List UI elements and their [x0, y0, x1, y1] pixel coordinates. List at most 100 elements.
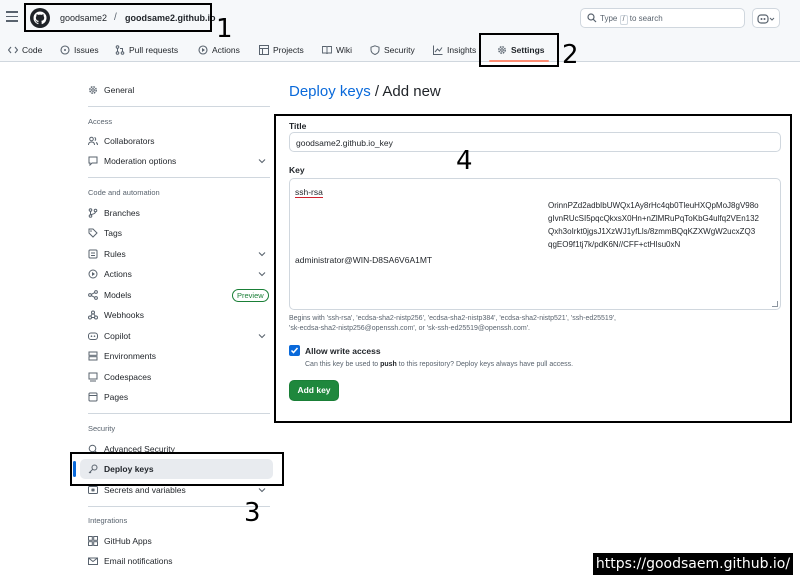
sidebar-item-pages[interactable]: Pages [88, 389, 128, 405]
key-line: administrator@WIN-D8SA6V6A1MT [295, 255, 433, 265]
copilot-icon [757, 14, 775, 24]
sidebar-item-models[interactable]: Models [88, 287, 131, 303]
sidebar-item-secrets[interactable]: Secrets and variables [88, 482, 186, 498]
title-field[interactable]: goodsame2.github.io_key [289, 132, 781, 152]
allow-write-label[interactable]: Allow write access [305, 346, 381, 356]
sidebar-divider [88, 413, 270, 414]
sidebar-item-general[interactable]: General [88, 82, 134, 98]
key-textarea[interactable]: ssh-rsa OrinnPZd2adbIbUWQx1Ay8rHc4qb0Tle… [289, 178, 781, 310]
tab-insights[interactable]: Insights [433, 43, 476, 57]
section-heading-security: Security [88, 424, 116, 433]
sidebar-item-tags[interactable]: Tags [88, 225, 122, 241]
table-icon [259, 45, 269, 55]
sidebar-divider [88, 506, 270, 507]
sidebar-divider [88, 106, 270, 107]
rules-icon [88, 249, 98, 259]
search-placeholder: Type / to search [600, 14, 663, 25]
tab-actions[interactable]: Actions [198, 43, 240, 57]
section-heading-integrations: Integrations [88, 516, 128, 525]
shield-icon [370, 45, 380, 55]
branch-icon [88, 208, 98, 218]
allow-write-help: Can this key be used to push to this rep… [305, 361, 574, 368]
sidebar-item-codespaces[interactable]: Codespaces [88, 369, 151, 385]
sidebar-item-email-notifications[interactable]: Email notifications [88, 553, 173, 569]
sidebar-item-branches[interactable]: Branches [88, 205, 140, 221]
watermark: https://goodsaem.github.io/ [593, 553, 793, 575]
copilot-icon [88, 332, 98, 340]
sidebar-item-advanced-security[interactable]: Advanced Security [88, 441, 175, 457]
webhook-icon [88, 310, 98, 320]
tab-pull-requests[interactable]: Pull requests [115, 43, 178, 57]
server-icon [88, 351, 98, 361]
chevron-down-icon[interactable] [258, 250, 266, 258]
codescan-icon [88, 444, 98, 454]
annotation-number-1: 1 [216, 14, 233, 44]
tab-code[interactable]: Code [8, 43, 42, 57]
chevron-down-icon[interactable] [258, 270, 266, 278]
key-line: qgEO9f1tj7k/pdK6N//CFF+ctHIsu0xN [548, 240, 681, 249]
sidebar-item-environments[interactable]: Environments [88, 348, 156, 364]
section-heading-access: Access [88, 117, 113, 126]
key-line: Qxh3oIrkt0jgsJ1XzWJ1yfLls/8zmmBQqKZXWgW2… [548, 227, 756, 236]
chevron-down-icon[interactable] [258, 332, 266, 340]
comment-icon [88, 156, 98, 166]
check-icon [290, 347, 299, 354]
sidebar-item-actions[interactable]: Actions [88, 266, 132, 282]
key-line: OrinnPZd2adbIbUWQx1Ay8rHc4qb0TleuHXQpMoJ… [548, 201, 759, 210]
resize-handle[interactable] [772, 301, 778, 307]
gear-icon [89, 86, 97, 94]
preview-badge: Preview [232, 289, 269, 302]
sidebar-item-github-apps[interactable]: GitHub Apps [88, 533, 152, 549]
code-icon [8, 46, 18, 54]
sidebar-item-moderation[interactable]: Moderation options [88, 153, 176, 169]
sidebar-item-copilot[interactable]: Copilot [88, 328, 130, 344]
path-separator: / [114, 12, 117, 23]
title-label: Title [289, 121, 307, 131]
active-tab-indicator [489, 60, 549, 62]
graph-icon [433, 45, 443, 55]
annotation-number-3: 3 [244, 498, 261, 528]
key-help-text: Begins with 'ssh-rsa', 'ecdsa-sha2-nistp… [289, 315, 616, 332]
allow-write-checkbox[interactable] [289, 345, 300, 356]
search-input[interactable]: Type / to search [580, 8, 745, 28]
book-icon [322, 46, 332, 55]
annotation-number-2: 2 [562, 40, 579, 70]
codespaces-icon [88, 372, 98, 382]
asterisk-icon [88, 486, 98, 494]
repo-link[interactable]: goodsame2.github.io [125, 13, 216, 23]
key-line: ssh-rsa [295, 187, 323, 198]
gear-icon [498, 46, 506, 54]
sidebar-item-webhooks[interactable]: Webhooks [88, 307, 144, 323]
apps-icon [88, 536, 98, 546]
chevron-down-icon[interactable] [258, 486, 266, 494]
copilot-button[interactable] [752, 8, 780, 28]
breadcrumb-deploy-keys[interactable]: Deploy keys [289, 83, 371, 100]
tab-projects[interactable]: Projects [259, 43, 304, 57]
github-logo-icon[interactable] [30, 8, 50, 28]
section-heading-code: Code and automation [88, 188, 160, 197]
key-icon [88, 464, 98, 474]
chevron-down-icon[interactable] [258, 157, 266, 165]
key-line: gIvnRUcSI5pqcQkxsX0Hn+nZlMRuPqToKbG4ulfq… [548, 214, 759, 223]
sidebar-item-deploy-keys[interactable]: Deploy keys [73, 459, 273, 479]
tab-settings[interactable]: Settings [497, 43, 545, 57]
add-key-button[interactable]: Add key [289, 380, 339, 401]
annotation-number-4: 4 [456, 146, 473, 176]
owner-link[interactable]: goodsame2 [60, 13, 107, 23]
issue-icon [60, 45, 70, 55]
tab-wiki[interactable]: Wiki [322, 43, 352, 57]
tag-icon [88, 228, 98, 238]
people-icon [88, 136, 98, 146]
play-icon [198, 45, 208, 55]
sidebar-item-rules[interactable]: Rules [88, 246, 126, 262]
tab-security[interactable]: Security [370, 43, 415, 57]
tab-issues[interactable]: Issues [60, 43, 99, 57]
menu-icon[interactable] [6, 11, 18, 23]
pull-request-icon [115, 45, 125, 55]
sidebar-item-collaborators[interactable]: Collaborators [88, 133, 155, 149]
key-label: Key [289, 165, 305, 175]
search-shortcut-key: / [619, 15, 628, 25]
play-icon [88, 269, 98, 279]
search-icon [587, 13, 597, 23]
page-title: Deploy keys / Add new [289, 83, 441, 100]
